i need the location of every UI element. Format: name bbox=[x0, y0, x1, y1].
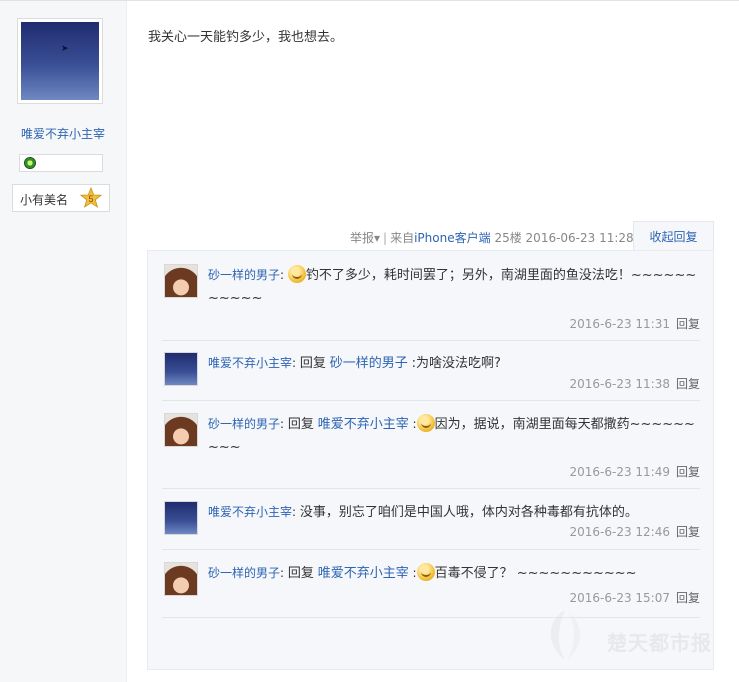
smile-emoji-icon bbox=[416, 563, 435, 581]
level-title: 小有美名 bbox=[20, 193, 69, 207]
reply-time: 2016-6-23 12:46 bbox=[569, 525, 670, 539]
author-avatar[interactable]: ➤ bbox=[17, 18, 103, 104]
reply-divider bbox=[162, 400, 700, 401]
reply-target-link[interactable]: 唯爱不弃小主宰 bbox=[318, 417, 409, 432]
avatar-image: ➤ bbox=[21, 22, 99, 100]
reply-user-link[interactable]: 唯爱不弃小主宰 bbox=[208, 505, 292, 519]
smile-emoji-icon bbox=[287, 265, 306, 283]
watermark: 楚天都市报 bbox=[535, 605, 725, 665]
reply-body: 砂一样的男子: 钓不了多少，耗时间罢了；另外，南湖里面的鱼没法吃！~~~~~~~… bbox=[208, 264, 698, 310]
author-name[interactable]: 唯爱不弃小主宰 bbox=[0, 125, 126, 142]
watermark-text: 楚天都市报 bbox=[607, 631, 712, 655]
reply-word: 回复 bbox=[299, 356, 326, 371]
post-meta: 举报▾ | 来自iPhone客户端 25楼 2016-06-23 11:28 bbox=[350, 229, 634, 246]
post-content: 我关心一天能钓多少，我也想去。 bbox=[148, 30, 344, 45]
reply-text: :为啥没法吃啊? bbox=[411, 356, 501, 371]
floor-number: 25楼 bbox=[494, 231, 522, 245]
reply-item: 唯爱不弃小主宰: 没事，别忘了咱们是中国人哦，体内对各种毒都有抗体的。 2016… bbox=[162, 501, 700, 545]
reply-user-link[interactable]: 砂一样的男子 bbox=[208, 268, 280, 282]
reply-avatar[interactable] bbox=[164, 413, 198, 447]
reply-body: 唯爱不弃小主宰: 回复 砂一样的男子 :为啥没法吃啊? bbox=[208, 356, 501, 371]
reply-item: 砂一样的男子: 钓不了多少，耗时间罢了；另外，南湖里面的鱼没法吃！~~~~~~~… bbox=[162, 264, 700, 334]
reply-time: 2016-6-23 11:31 bbox=[569, 317, 670, 331]
smile-emoji-icon bbox=[416, 414, 435, 432]
collapse-replies-button[interactable]: 收起回复 bbox=[633, 221, 714, 251]
reply-word: 回复 bbox=[287, 417, 314, 432]
reply-body: 唯爱不弃小主宰: 没事，别忘了咱们是中国人哦，体内对各种毒都有抗体的。 bbox=[208, 505, 638, 520]
reply-user-link[interactable]: 唯爱不弃小主宰 bbox=[208, 356, 292, 370]
reply-item: 砂一样的男子: 回复 唯爱不弃小主宰 : 百毒不侵了？ ~~~~~~~~~~~ 2… bbox=[162, 562, 700, 606]
reply-button[interactable]: 回复 bbox=[676, 525, 700, 539]
report-link[interactable]: 举报▾ bbox=[350, 231, 380, 245]
reply-time: 2016-6-23 11:49 bbox=[569, 465, 670, 479]
level-star-icon: 5 bbox=[79, 187, 103, 208]
reply-target-link[interactable]: 砂一样的男子 bbox=[330, 356, 408, 371]
reply-item: 砂一样的男子: 回复 唯爱不弃小主宰 : 因为，据说，南湖里面每天都撒药~~~~~… bbox=[162, 413, 700, 483]
medal-icon bbox=[24, 157, 36, 169]
reply-text: 没事，别忘了咱们是中国人哦，体内对各种毒都有抗体的。 bbox=[299, 505, 638, 520]
reply-text: 百毒不侵了？ ~~~~~~~~~~~ bbox=[434, 566, 637, 581]
watermark-logo-icon bbox=[550, 610, 580, 660]
reply-user-link[interactable]: 砂一样的男子 bbox=[208, 566, 280, 580]
from-prefix: 来自 bbox=[390, 231, 415, 245]
reply-divider bbox=[162, 549, 700, 550]
reply-avatar[interactable] bbox=[164, 352, 198, 386]
reply-time: 2016-6-23 15:07 bbox=[569, 591, 670, 605]
reply-button[interactable]: 回复 bbox=[676, 465, 700, 479]
reply-avatar[interactable] bbox=[164, 562, 198, 596]
reply-user-link[interactable]: 砂一样的男子 bbox=[208, 417, 280, 431]
reply-button[interactable]: 回复 bbox=[676, 591, 700, 605]
level-badge[interactable]: 小有美名 5 bbox=[12, 184, 110, 212]
reply-divider bbox=[162, 488, 700, 489]
reply-meta: 2016-6-23 12:46 回复 bbox=[569, 523, 700, 540]
reply-text: 因为，据说，南湖里面每天都撒药~~~~~~~~~ bbox=[208, 417, 695, 455]
reply-time: 2016-6-23 11:38 bbox=[569, 377, 670, 391]
reply-button[interactable]: 回复 bbox=[676, 377, 700, 391]
reply-avatar[interactable] bbox=[164, 501, 198, 535]
post-time: 2016-06-23 11:28 bbox=[525, 231, 634, 245]
reply-divider bbox=[162, 340, 700, 341]
reply-meta: 2016-6-23 11:49 回复 bbox=[569, 463, 700, 480]
author-sidebar: ➤ 唯爱不弃小主宰 小有美名 5 bbox=[0, 1, 127, 682]
reply-word: 回复 bbox=[287, 566, 314, 581]
reply-item: 唯爱不弃小主宰: 回复 砂一样的男子 :为啥没法吃啊? 2016-6-23 11… bbox=[162, 352, 700, 396]
reply-body: 砂一样的男子: 回复 唯爱不弃小主宰 : 因为，据说，南湖里面每天都撒药~~~~~… bbox=[208, 413, 698, 459]
reply-text: 钓不了多少，耗时间罢了；另外，南湖里面的鱼没法吃！~~~~~~~~~~~ bbox=[208, 268, 697, 306]
reply-meta: 2016-6-23 11:31 回复 bbox=[569, 315, 700, 332]
meta-separator: | bbox=[383, 231, 388, 245]
reply-button[interactable]: 回复 bbox=[676, 317, 700, 331]
reply-avatar[interactable] bbox=[164, 264, 198, 298]
reply-meta: 2016-6-23 11:38 回复 bbox=[569, 375, 700, 392]
client-link[interactable]: iPhone客户端 bbox=[414, 231, 491, 245]
reply-body: 砂一样的男子: 回复 唯爱不弃小主宰 : 百毒不侵了？ ~~~~~~~~~~~ bbox=[208, 562, 698, 585]
reply-meta: 2016-6-23 15:07 回复 bbox=[569, 589, 700, 606]
medal-box bbox=[19, 154, 103, 172]
reply-target-link[interactable]: 唯爱不弃小主宰 bbox=[318, 566, 409, 581]
level-number: 5 bbox=[88, 194, 93, 204]
